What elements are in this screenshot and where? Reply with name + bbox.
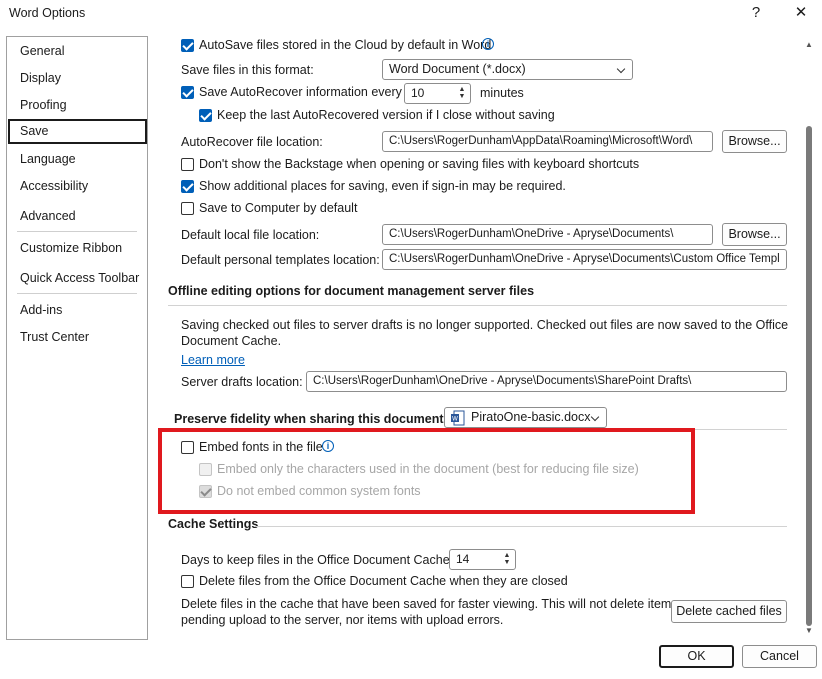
local-location-field[interactable]: C:\Users\RogerDunham\OneDrive - Apryse\D… xyxy=(382,224,713,245)
window-title: Word Options xyxy=(9,6,86,20)
sidebar-item-proofing[interactable]: Proofing xyxy=(20,98,67,112)
autorecover-minutes-spinner[interactable]: 10 ▲ ▼ xyxy=(404,83,471,104)
additional-places-label: Show additional places for saving, even … xyxy=(199,179,566,193)
info-icon[interactable]: i xyxy=(482,38,494,50)
cancel-button[interactable]: Cancel xyxy=(742,645,817,668)
browse-autorecover-button[interactable]: Browse... xyxy=(722,130,787,153)
local-location-label: Default local file location: xyxy=(181,228,320,242)
scroll-up-icon[interactable]: ▲ xyxy=(804,40,814,49)
delete-description-line1: Delete files in the cache that have been… xyxy=(181,597,678,611)
sidebar-item-quick-access-toolbar[interactable]: Quick Access Toolbar xyxy=(20,271,139,285)
autorecover-location-label: AutoRecover file location: xyxy=(181,135,323,149)
offline-description-line2: Document Cache. xyxy=(181,334,282,348)
close-button[interactable]: ✕ xyxy=(788,3,814,23)
scrollbar-thumb[interactable] xyxy=(806,126,812,626)
sidebar-item-add-ins[interactable]: Add-ins xyxy=(20,303,62,317)
server-drafts-label: Server drafts location: xyxy=(181,375,303,389)
offline-heading: Offline editing options for document man… xyxy=(168,284,535,298)
cache-heading: Cache Settings xyxy=(168,517,259,531)
minutes-label: minutes xyxy=(480,86,524,100)
sidebar-item-trust-center[interactable]: Trust Center xyxy=(20,330,89,344)
delete-closed-label: Delete files from the Office Document Ca… xyxy=(199,574,568,588)
section-divider xyxy=(168,305,787,306)
delete-description-line2: pending upload to the server, nor items … xyxy=(181,613,504,627)
autosave-label: AutoSave files stored in the Cloud by de… xyxy=(199,38,492,52)
category-sidebar: General Display Proofing Save Language A… xyxy=(6,36,148,640)
sidebar-item-language[interactable]: Language xyxy=(20,152,76,166)
sidebar-item-display[interactable]: Display xyxy=(20,71,61,85)
templates-location-field[interactable]: C:\Users\RogerDunham\OneDrive - Apryse\D… xyxy=(382,249,787,270)
highlight-annotation-box xyxy=(158,428,695,514)
save-format-value: Word Document (*.docx) xyxy=(389,62,526,76)
cache-days-label: Days to keep files in the Office Documen… xyxy=(181,553,454,567)
delete-cached-files-button[interactable]: Delete cached files xyxy=(671,600,787,623)
fidelity-heading: Preserve fidelity when sharing this docu… xyxy=(174,412,448,426)
sidebar-item-customize-ribbon[interactable]: Customize Ribbon xyxy=(20,241,122,255)
ok-button[interactable]: OK xyxy=(659,645,734,668)
learn-more-link[interactable]: Learn more xyxy=(181,353,245,367)
sidebar-item-save[interactable]: Save xyxy=(8,119,147,144)
autorecover-checkbox[interactable] xyxy=(181,86,194,99)
svg-text:W: W xyxy=(452,416,458,423)
save-format-dropdown[interactable]: Word Document (*.docx) xyxy=(382,59,633,80)
fidelity-document-dropdown[interactable]: W PiratoOne-basic.docx xyxy=(444,407,607,428)
fidelity-document-value: PiratoOne-basic.docx xyxy=(471,410,591,424)
autosave-checkbox[interactable] xyxy=(181,39,194,52)
delete-closed-checkbox[interactable] xyxy=(181,575,194,588)
sidebar-item-accessibility[interactable]: Accessibility xyxy=(20,179,88,193)
save-format-label: Save files in this format: xyxy=(181,63,314,77)
scroll-down-icon[interactable]: ▼ xyxy=(804,626,814,635)
templates-location-label: Default personal templates location: xyxy=(181,253,380,267)
autorecover-minutes-value: 10 xyxy=(411,86,425,100)
sidebar-divider xyxy=(17,231,137,232)
additional-places-checkbox[interactable] xyxy=(181,180,194,193)
save-to-computer-label: Save to Computer by default xyxy=(199,201,358,215)
server-drafts-field[interactable]: C:\Users\RogerDunham\OneDrive - Apryse\D… xyxy=(306,371,787,392)
autorecover-location-field[interactable]: C:\Users\RogerDunham\AppData\Roaming\Mic… xyxy=(382,131,713,152)
spinner-arrows-icon[interactable]: ▲ ▼ xyxy=(503,552,511,566)
autorecover-label: Save AutoRecover information every xyxy=(199,85,402,99)
offline-description-line1: Saving checked out files to server draft… xyxy=(181,318,789,332)
browse-local-button[interactable]: Browse... xyxy=(722,223,787,246)
sidebar-item-general[interactable]: General xyxy=(20,44,64,58)
sidebar-divider xyxy=(17,293,137,294)
backstage-checkbox[interactable] xyxy=(181,158,194,171)
keep-last-label: Keep the last AutoRecovered version if I… xyxy=(217,108,555,122)
cache-days-value: 14 xyxy=(456,552,470,566)
help-button[interactable]: ? xyxy=(743,3,769,23)
save-to-computer-checkbox[interactable] xyxy=(181,202,194,215)
content-scrollbar[interactable]: ▲ ▼ xyxy=(802,36,816,640)
section-divider xyxy=(256,526,787,527)
cache-days-spinner[interactable]: 14 ▲ ▼ xyxy=(449,549,516,570)
spinner-arrows-icon[interactable]: ▲ ▼ xyxy=(458,86,466,100)
backstage-label: Don't show the Backstage when opening or… xyxy=(199,157,640,171)
word-document-icon: W xyxy=(451,410,465,426)
keep-last-checkbox[interactable] xyxy=(199,109,212,122)
sidebar-item-advanced[interactable]: Advanced xyxy=(20,209,76,223)
